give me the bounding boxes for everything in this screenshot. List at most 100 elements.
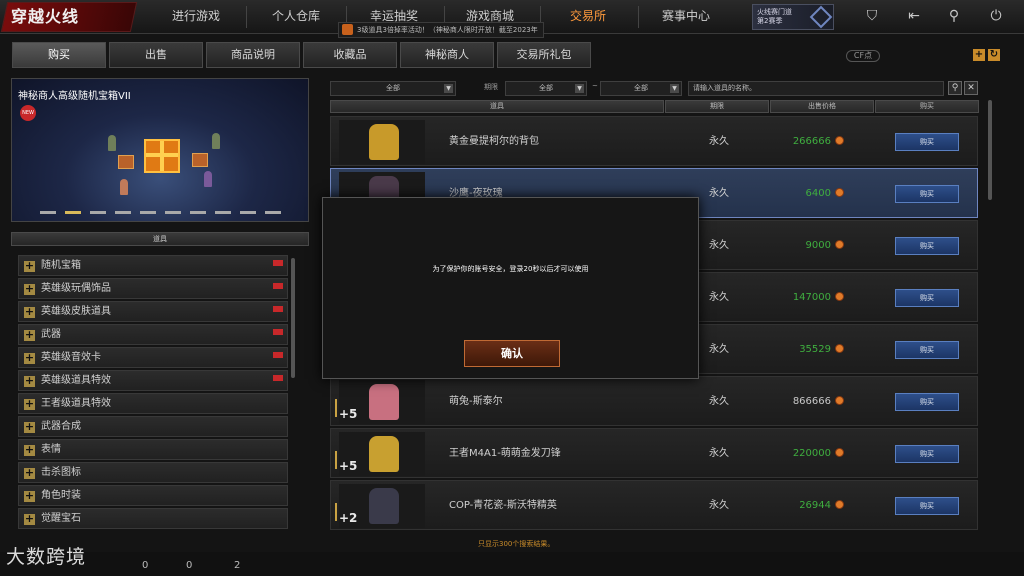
item-price: 35529 [799,344,831,355]
buy-button[interactable]: 购买 [895,445,959,463]
search-input[interactable]: 请输入道具的名称。 [688,81,944,96]
new-flag-icon [273,375,283,381]
buy-button[interactable]: 购买 [895,341,959,359]
expand-icon[interactable]: + [24,352,35,364]
item-name: COP-青花瓷-斯沃特精英 [449,500,557,511]
expand-icon[interactable]: + [24,513,35,525]
expand-icon[interactable]: + [24,329,35,341]
power-icon[interactable]: ⏻ [988,8,1004,24]
expand-icon[interactable]: + [24,444,35,456]
tab-gift-pack[interactable]: 交易所礼包 [497,42,591,68]
page-dot[interactable] [265,211,281,214]
type-select[interactable]: 全部 ▼ [330,81,456,96]
add-icon[interactable]: + [973,49,985,61]
item-price: 9000 [805,240,831,251]
item-image [369,384,399,420]
table-row[interactable]: +5 萌兔-斯泰尔 永久 866666 购买 [330,376,978,426]
table-row[interactable]: +2 COP-青花瓷-斯沃特精英 永久 26944 购买 [330,480,978,530]
expand-icon[interactable]: + [24,375,35,387]
page-dot[interactable] [215,211,231,214]
page-dot[interactable] [115,211,131,214]
category-item[interactable]: + 击杀图标 [18,462,288,483]
search-icon[interactable]: ⚲ [948,81,962,95]
expand-icon[interactable]: + [24,467,35,479]
category-item[interactable]: + 武器合成 [18,416,288,437]
result-note: 只显示300个搜索结果。 [478,540,555,548]
period-from-select[interactable]: 全部 ▼ [505,81,587,96]
table-row[interactable]: +5 王者M4A1-萌萌金发刀锋 永久 220000 购买 [330,428,978,478]
page-dot[interactable] [140,211,156,214]
period-separator: ~ [592,82,598,90]
col-item[interactable]: 道具 [330,100,664,113]
page-dot[interactable] [40,211,56,214]
item-duration: 永久 [709,136,729,147]
buy-button[interactable]: 购买 [895,185,959,203]
buy-button[interactable]: 购买 [895,133,959,151]
table-row[interactable]: 黄金曼提柯尔的背包 永久 266666 购买 [330,116,978,166]
promo-banner[interactable]: 神秘商人高级随机宝箱VII NEW [11,78,309,222]
page-dot[interactable] [90,211,106,214]
banner-title: 神秘商人高级随机宝箱VII [18,91,131,102]
category-item[interactable]: + 表情 [18,439,288,460]
chevron-down-icon: ▼ [575,84,584,93]
item-image [369,488,399,524]
refresh-icon[interactable]: ↻ [988,49,1000,61]
nav-exchange[interactable]: 交易所 [542,4,634,28]
tab-mystery-merchant[interactable]: 神秘商人 [400,42,494,68]
buy-button[interactable]: 购买 [895,289,959,307]
category-item[interactable]: + 英雄级道具特效 [18,370,288,391]
period-to-select[interactable]: 全部 ▼ [600,81,682,96]
buy-button[interactable]: 购买 [895,497,959,515]
col-price[interactable]: 出售价格 [770,100,874,113]
expand-icon[interactable]: + [24,283,35,295]
nav-play[interactable]: 进行游戏 [150,4,242,28]
exit-icon[interactable]: ⇤ [906,8,922,24]
coin-icon [835,188,844,197]
cf-points: CF点 [846,50,880,62]
season-promo[interactable]: 火线赛门道 第2赛季 [752,4,834,30]
category-item[interactable]: + 角色时装 [18,485,288,506]
page-dot[interactable] [65,211,81,214]
nav-events[interactable]: 赛事中心 [640,4,732,28]
buy-button[interactable]: 购买 [895,237,959,255]
item-thumbnail [339,120,425,164]
expand-icon[interactable]: + [24,260,35,272]
shield-icon[interactable]: ⛉ [864,8,880,24]
tab-sell[interactable]: 出售 [109,42,203,68]
category-item[interactable]: + 武器 [18,324,288,345]
nav-divider [638,6,639,28]
list-scrollbar[interactable] [988,100,992,200]
col-duration[interactable]: 期限 [665,100,769,113]
category-item[interactable]: + 王者级道具特效 [18,393,288,414]
category-item[interactable]: + 英雄级音效卡 [18,347,288,368]
expand-icon[interactable]: + [24,306,35,318]
buy-button[interactable]: 购买 [895,393,959,411]
bottom-bar [0,552,1024,576]
wrench-icon[interactable]: ⚲ [946,8,962,24]
category-item[interactable]: + 随机宝箱 [18,255,288,276]
col-buy: 购买 [875,100,979,113]
close-icon[interactable]: ✕ [964,81,978,95]
expand-icon[interactable]: + [24,490,35,502]
page-dot[interactable] [165,211,181,214]
confirm-button[interactable]: 确认 [464,340,560,367]
new-badge: NEW [20,105,36,121]
category-scrollbar[interactable] [291,258,295,378]
tab-buy[interactable]: 购买 [12,42,106,68]
stat-count: 0 [142,560,149,571]
gift-icon [342,24,353,35]
tab-collection[interactable]: 收藏品 [303,42,397,68]
expand-icon[interactable]: + [24,421,35,433]
security-dialog: 为了保护你的账号安全，登录20秒以后才可以使用 确认 [322,197,699,379]
category-header: 道具 [11,232,309,246]
page-dot[interactable] [240,211,256,214]
category-item[interactable]: + 英雄级玩偶饰品 [18,278,288,299]
category-item[interactable]: + 英雄级皮肤道具 [18,301,288,322]
expand-icon[interactable]: + [24,398,35,410]
page-dot[interactable] [190,211,206,214]
coin-icon [835,292,844,301]
nav-inventory[interactable]: 个人仓库 [250,4,342,28]
tab-item-info[interactable]: 商品说明 [206,42,300,68]
category-item[interactable]: + 觉醒宝石 [18,508,288,529]
announcement-ticker[interactable]: 3级道具3倍掉率活动！（神秘商人限时开放！截至2023年 [338,22,544,38]
